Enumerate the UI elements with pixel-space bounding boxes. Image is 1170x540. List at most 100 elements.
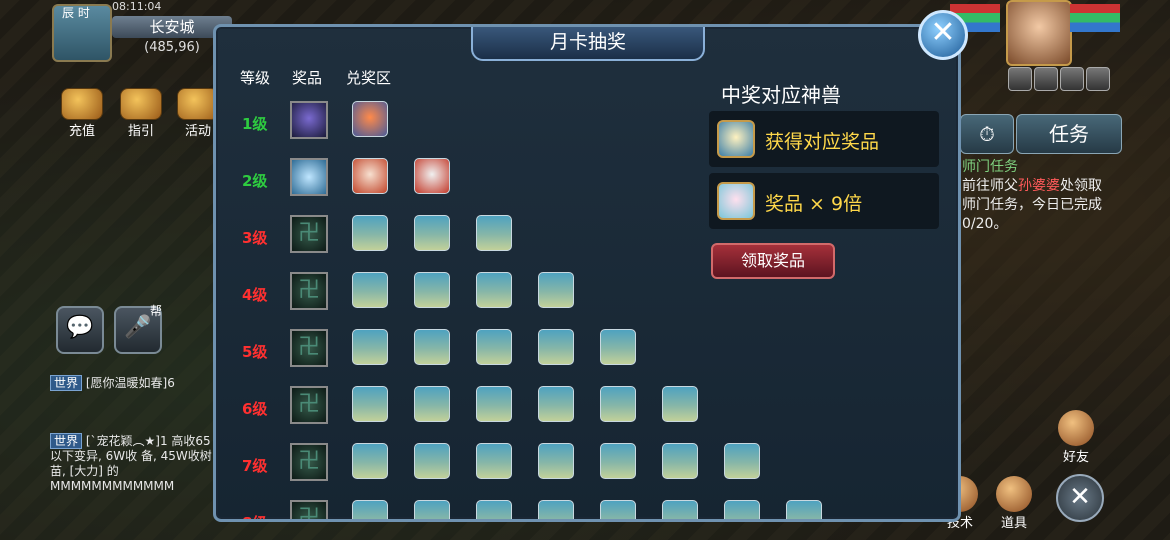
- level-label: 5级: [242, 343, 268, 361]
- voice-channel-label: 帮: [150, 304, 163, 318]
- treasure-chest-icon: [996, 476, 1032, 512]
- prize-row: 6级: [216, 386, 816, 430]
- empty-exchange-slot[interactable]: [476, 272, 512, 308]
- jade-prize-icon[interactable]: [290, 443, 328, 481]
- empty-exchange-slot[interactable]: [352, 386, 388, 422]
- empty-exchange-slot[interactable]: [352, 329, 388, 365]
- empty-exchange-slot[interactable]: [724, 500, 760, 519]
- level-label: 2级: [242, 172, 268, 190]
- jade-prize-icon[interactable]: [290, 386, 328, 424]
- jade-prize-icon[interactable]: [290, 329, 328, 367]
- pet-icon: [717, 182, 755, 220]
- empty-exchange-slot[interactable]: [414, 272, 450, 308]
- scroll-icon: [61, 88, 103, 120]
- task-tab[interactable]: 任务: [1016, 114, 1122, 154]
- empty-exchange-slot[interactable]: [724, 443, 760, 479]
- empty-exchange-slot[interactable]: [476, 329, 512, 365]
- empty-exchange-slot[interactable]: [786, 500, 822, 519]
- empty-exchange-slot[interactable]: [662, 500, 698, 519]
- dialog-close-button[interactable]: ✕: [918, 10, 968, 60]
- empty-exchange-slot[interactable]: [352, 272, 388, 308]
- empty-exchange-slot[interactable]: [352, 215, 388, 251]
- buff-icon[interactable]: [1008, 67, 1032, 91]
- empty-exchange-slot[interactable]: [476, 386, 512, 422]
- dialog-title: 月卡抽奖: [471, 27, 705, 61]
- reward-text: 获得对应奖品: [765, 131, 880, 153]
- divine-beast-slot[interactable]: [352, 158, 388, 194]
- recharge-button[interactable]: 充值: [58, 88, 106, 139]
- task-text-before: 前往师父: [962, 178, 1018, 194]
- jade-prize-icon[interactable]: [290, 272, 328, 310]
- channel-tag: 世界: [50, 375, 83, 391]
- empty-exchange-slot[interactable]: [538, 272, 574, 308]
- empty-exchange-slot[interactable]: [476, 443, 512, 479]
- empty-exchange-slot[interactable]: [352, 443, 388, 479]
- task-title: 师门任务: [962, 159, 1018, 175]
- buff-icon[interactable]: [1086, 67, 1110, 91]
- chat-button[interactable]: 💬: [56, 306, 104, 354]
- microphone-icon: 🎤: [124, 315, 152, 340]
- jade-prize-icon[interactable]: [290, 215, 328, 253]
- task-description[interactable]: 师门任务 前往师父孙婆婆处领取师门任务，今日已完成0/20。: [962, 158, 1112, 234]
- empty-exchange-slot[interactable]: [600, 329, 636, 365]
- guide-label: 指引: [127, 124, 154, 139]
- empty-exchange-slot[interactable]: [600, 443, 636, 479]
- chat-message[interactable]: 世界 [`宠花颖︵★]1 高收65以下变异, 6W收 备, 45W收树苗, [大…: [50, 433, 220, 494]
- empty-exchange-slot[interactable]: [414, 500, 450, 519]
- empty-exchange-slot[interactable]: [352, 500, 388, 519]
- hud-close-button[interactable]: ✕: [1056, 474, 1104, 522]
- recharge-label: 充值: [68, 124, 95, 139]
- empty-exchange-slot[interactable]: [600, 500, 636, 519]
- channel-tag: 世界: [50, 433, 83, 449]
- activity-label: 活动: [184, 124, 211, 139]
- empty-exchange-slot[interactable]: [662, 386, 698, 422]
- empty-exchange-slot[interactable]: [414, 386, 450, 422]
- close-icon: ✕: [930, 15, 956, 50]
- empty-exchange-slot[interactable]: [414, 215, 450, 251]
- column-header-level: 等级: [240, 69, 271, 87]
- buff-icon[interactable]: [1060, 67, 1084, 91]
- level-label: 4级: [242, 286, 268, 304]
- empty-exchange-slot[interactable]: [538, 443, 574, 479]
- empty-exchange-slot[interactable]: [662, 443, 698, 479]
- items-button[interactable]: 道具: [996, 476, 1032, 531]
- empty-exchange-slot[interactable]: [414, 329, 450, 365]
- player-status-bars: [1070, 4, 1120, 32]
- divine-beast-slot[interactable]: [414, 158, 450, 194]
- buff-icon[interactable]: [1034, 67, 1058, 91]
- level-label: 6级: [242, 400, 268, 418]
- task-npc-name: 孙婆婆: [1018, 178, 1060, 194]
- empty-exchange-slot[interactable]: [538, 386, 574, 422]
- time-badge: 辰 时: [62, 6, 90, 20]
- empty-exchange-slot[interactable]: [538, 500, 574, 519]
- guide-button[interactable]: 指引: [117, 88, 165, 139]
- stopwatch-icon: ⏱: [979, 122, 995, 146]
- timer-tab[interactable]: ⏱: [960, 114, 1014, 154]
- multiplier-text: 奖品 × 9倍: [765, 193, 863, 215]
- empty-exchange-slot[interactable]: [414, 443, 450, 479]
- chat-message[interactable]: 世界 [愿你温暖如春]6: [50, 375, 220, 391]
- guide-scroll-icon: [120, 88, 162, 120]
- level-label: 3级: [242, 229, 268, 247]
- player-avatar[interactable]: [1006, 0, 1072, 66]
- friends-button[interactable]: 好友: [1058, 410, 1094, 465]
- level-label: 7级: [242, 457, 268, 475]
- multiplier-info-box: 奖品 × 9倍: [709, 173, 939, 229]
- jade-prize-icon[interactable]: [290, 500, 328, 519]
- column-header-exchange: 兑奖区: [346, 69, 392, 87]
- empty-exchange-slot[interactable]: [476, 215, 512, 251]
- divine-beast-slot[interactable]: [352, 101, 388, 137]
- divine-beast-icon: [717, 120, 755, 158]
- close-icon: ✕: [1069, 482, 1091, 512]
- empty-exchange-slot[interactable]: [600, 386, 636, 422]
- items-label: 道具: [1000, 516, 1027, 531]
- empty-exchange-slot[interactable]: [476, 500, 512, 519]
- claim-prize-button[interactable]: 领取奖品: [711, 243, 835, 279]
- empty-exchange-slot[interactable]: [538, 329, 574, 365]
- prize-row: 7级: [216, 443, 816, 487]
- reward-info-box: 获得对应奖品: [709, 111, 939, 167]
- crystal-prize-icon[interactable]: [290, 101, 328, 139]
- system-clock: 08:11:04: [112, 0, 162, 13]
- snow-prize-icon[interactable]: [290, 158, 328, 196]
- monthly-card-lottery-dialog: 月卡抽奖 等级 奖品 兑奖区 1级 2级 3级 4级 5级 6级 7级 8级 中奖对应神兽 获…: [213, 24, 961, 522]
